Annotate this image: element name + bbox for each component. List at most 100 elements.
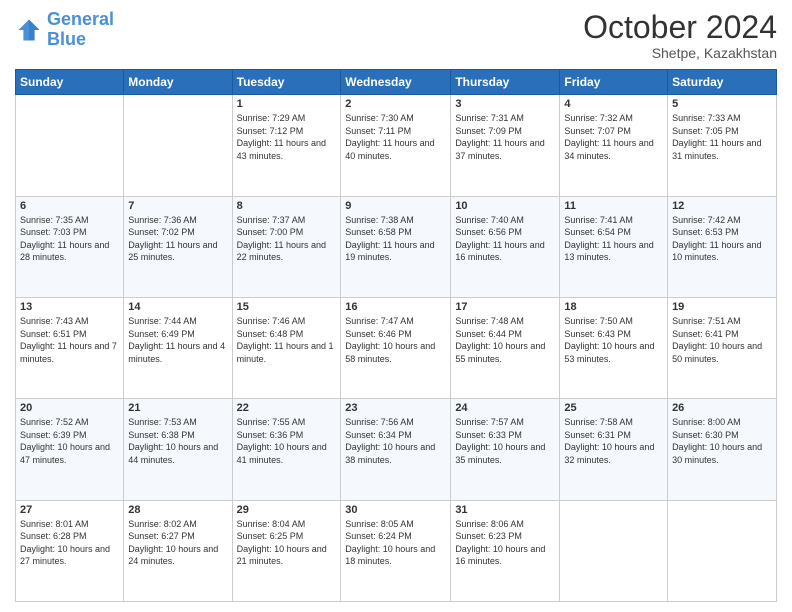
- cell-details: Sunrise: 7:33 AM Sunset: 7:05 PM Dayligh…: [672, 112, 772, 162]
- cell-details: Sunrise: 7:47 AM Sunset: 6:46 PM Dayligh…: [345, 315, 446, 365]
- cell-details: Sunrise: 7:44 AM Sunset: 6:49 PM Dayligh…: [128, 315, 227, 365]
- day-number: 9: [345, 200, 446, 212]
- logo-icon: [15, 16, 43, 44]
- day-number: 29: [237, 504, 337, 516]
- calendar-cell: 25 Sunrise: 7:58 AM Sunset: 6:31 PM Dayli…: [560, 399, 668, 500]
- calendar-cell: 14 Sunrise: 7:44 AM Sunset: 6:49 PM Dayli…: [124, 297, 232, 398]
- calendar-week-2: 6Sunrise: 7:35 AM Sunset: 7:03 PM Daylig…: [16, 196, 777, 297]
- day-number: 17: [455, 301, 555, 313]
- calendar-cell: 23Sunrise: 7:56 AM Sunset: 6:34 PM Dayli…: [341, 399, 451, 500]
- calendar-cell: 10Sunrise: 7:40 AM Sunset: 6:56 PM Dayli…: [451, 196, 560, 297]
- day-number: 3: [455, 98, 555, 110]
- cell-details: Sunrise: 7:58 AM Sunset: 6:31 PM Dayligh…: [564, 416, 663, 466]
- calendar-cell: 17 Sunrise: 7:48 AM Sunset: 6:44 PM Dayli…: [451, 297, 560, 398]
- calendar-table: SundayMondayTuesdayWednesdayThursdayFrid…: [15, 69, 777, 602]
- calendar-week-5: 27 Sunrise: 8:01 AM Sunset: 6:28 PM Dayli…: [16, 500, 777, 601]
- calendar-cell: 20Sunrise: 7:52 AM Sunset: 6:39 PM Dayli…: [16, 399, 124, 500]
- cell-details: Sunrise: 8:02 AM Sunset: 6:27 PM Dayligh…: [128, 518, 227, 568]
- cell-details: Sunrise: 8:00 AM Sunset: 6:30 PM Dayligh…: [672, 416, 772, 466]
- calendar-cell: 19 Sunrise: 7:51 AM Sunset: 6:41 PM Dayli…: [668, 297, 777, 398]
- day-number: 20: [20, 402, 119, 414]
- calendar-cell: 7Sunrise: 7:36 AM Sunset: 7:02 PM Daylig…: [124, 196, 232, 297]
- cell-details: Sunrise: 7:51 AM Sunset: 6:41 PM Dayligh…: [672, 315, 772, 365]
- title-block: October 2024 Shetpe, Kazakhstan: [583, 10, 777, 61]
- day-number: 11: [564, 200, 663, 212]
- calendar-cell: 12 Sunrise: 7:42 AM Sunset: 6:53 PM Dayli…: [668, 196, 777, 297]
- day-number: 12: [672, 200, 772, 212]
- cell-details: Sunrise: 7:43 AM Sunset: 6:51 PM Dayligh…: [20, 315, 119, 365]
- header: General Blue October 2024 Shetpe, Kazakh…: [15, 10, 777, 61]
- calendar-cell: 21 Sunrise: 7:53 AM Sunset: 6:38 PM Dayli…: [124, 399, 232, 500]
- calendar-cell: 22Sunrise: 7:55 AM Sunset: 6:36 PM Dayli…: [232, 399, 341, 500]
- day-number: 22: [237, 402, 337, 414]
- day-number: 15: [237, 301, 337, 313]
- day-number: 21: [128, 402, 227, 414]
- calendar-cell: 2 Sunrise: 7:30 AM Sunset: 7:11 PM Daylig…: [341, 95, 451, 196]
- location-subtitle: Shetpe, Kazakhstan: [583, 45, 777, 61]
- calendar-week-1: 1Sunrise: 7:29 AM Sunset: 7:12 PM Daylig…: [16, 95, 777, 196]
- calendar-cell: 29Sunrise: 8:04 AM Sunset: 6:25 PM Dayli…: [232, 500, 341, 601]
- calendar-cell: 31 Sunrise: 8:06 AM Sunset: 6:23 PM Dayli…: [451, 500, 560, 601]
- logo-text: General Blue: [47, 10, 114, 50]
- day-header-wednesday: Wednesday: [341, 70, 451, 95]
- calendar-cell: [16, 95, 124, 196]
- cell-details: Sunrise: 7:30 AM Sunset: 7:11 PM Dayligh…: [345, 112, 446, 162]
- day-number: 10: [455, 200, 555, 212]
- calendar-week-3: 13Sunrise: 7:43 AM Sunset: 6:51 PM Dayli…: [16, 297, 777, 398]
- cell-details: Sunrise: 7:41 AM Sunset: 6:54 PM Dayligh…: [564, 214, 663, 264]
- calendar-header-row: SundayMondayTuesdayWednesdayThursdayFrid…: [16, 70, 777, 95]
- day-number: 26: [672, 402, 772, 414]
- calendar-cell: [124, 95, 232, 196]
- day-number: 19: [672, 301, 772, 313]
- cell-details: Sunrise: 7:48 AM Sunset: 6:44 PM Dayligh…: [455, 315, 555, 365]
- cell-details: Sunrise: 7:53 AM Sunset: 6:38 PM Dayligh…: [128, 416, 227, 466]
- calendar-cell: 11 Sunrise: 7:41 AM Sunset: 6:54 PM Dayli…: [560, 196, 668, 297]
- calendar-cell: 26 Sunrise: 8:00 AM Sunset: 6:30 PM Dayli…: [668, 399, 777, 500]
- day-number: 1: [237, 98, 337, 110]
- calendar-cell: 27 Sunrise: 8:01 AM Sunset: 6:28 PM Dayli…: [16, 500, 124, 601]
- day-number: 31: [455, 504, 555, 516]
- cell-details: Sunrise: 7:46 AM Sunset: 6:48 PM Dayligh…: [237, 315, 337, 365]
- cell-details: Sunrise: 7:56 AM Sunset: 6:34 PM Dayligh…: [345, 416, 446, 466]
- calendar-cell: 8Sunrise: 7:37 AM Sunset: 7:00 PM Daylig…: [232, 196, 341, 297]
- calendar-cell: 24Sunrise: 7:57 AM Sunset: 6:33 PM Dayli…: [451, 399, 560, 500]
- day-number: 16: [345, 301, 446, 313]
- cell-details: Sunrise: 8:06 AM Sunset: 6:23 PM Dayligh…: [455, 518, 555, 568]
- logo-blue: Blue: [47, 29, 86, 49]
- day-number: 28: [128, 504, 227, 516]
- calendar-cell: [668, 500, 777, 601]
- day-header-sunday: Sunday: [16, 70, 124, 95]
- logo: General Blue: [15, 10, 114, 50]
- day-number: 4: [564, 98, 663, 110]
- day-number: 30: [345, 504, 446, 516]
- cell-details: Sunrise: 7:38 AM Sunset: 6:58 PM Dayligh…: [345, 214, 446, 264]
- calendar-cell: 3 Sunrise: 7:31 AM Sunset: 7:09 PM Daylig…: [451, 95, 560, 196]
- day-number: 25: [564, 402, 663, 414]
- calendar-cell: 1Sunrise: 7:29 AM Sunset: 7:12 PM Daylig…: [232, 95, 341, 196]
- cell-details: Sunrise: 7:37 AM Sunset: 7:00 PM Dayligh…: [237, 214, 337, 264]
- calendar-cell: 28 Sunrise: 8:02 AM Sunset: 6:27 PM Dayli…: [124, 500, 232, 601]
- calendar-cell: 6Sunrise: 7:35 AM Sunset: 7:03 PM Daylig…: [16, 196, 124, 297]
- calendar-cell: 30 Sunrise: 8:05 AM Sunset: 6:24 PM Dayli…: [341, 500, 451, 601]
- calendar-cell: 15 Sunrise: 7:46 AM Sunset: 6:48 PM Dayli…: [232, 297, 341, 398]
- cell-details: Sunrise: 8:05 AM Sunset: 6:24 PM Dayligh…: [345, 518, 446, 568]
- day-header-saturday: Saturday: [668, 70, 777, 95]
- day-number: 2: [345, 98, 446, 110]
- calendar-cell: 13Sunrise: 7:43 AM Sunset: 6:51 PM Dayli…: [16, 297, 124, 398]
- calendar-cell: 16 Sunrise: 7:47 AM Sunset: 6:46 PM Dayli…: [341, 297, 451, 398]
- cell-details: Sunrise: 7:50 AM Sunset: 6:43 PM Dayligh…: [564, 315, 663, 365]
- cell-details: Sunrise: 7:42 AM Sunset: 6:53 PM Dayligh…: [672, 214, 772, 264]
- cell-details: Sunrise: 7:35 AM Sunset: 7:03 PM Dayligh…: [20, 214, 119, 264]
- day-number: 27: [20, 504, 119, 516]
- calendar-cell: 18 Sunrise: 7:50 AM Sunset: 6:43 PM Dayli…: [560, 297, 668, 398]
- day-number: 18: [564, 301, 663, 313]
- cell-details: Sunrise: 7:31 AM Sunset: 7:09 PM Dayligh…: [455, 112, 555, 162]
- cell-details: Sunrise: 8:01 AM Sunset: 6:28 PM Dayligh…: [20, 518, 119, 568]
- calendar-cell: [560, 500, 668, 601]
- calendar-cell: 9 Sunrise: 7:38 AM Sunset: 6:58 PM Daylig…: [341, 196, 451, 297]
- day-header-tuesday: Tuesday: [232, 70, 341, 95]
- day-number: 5: [672, 98, 772, 110]
- cell-details: Sunrise: 7:36 AM Sunset: 7:02 PM Dayligh…: [128, 214, 227, 264]
- day-number: 14: [128, 301, 227, 313]
- logo-general: General: [47, 9, 114, 29]
